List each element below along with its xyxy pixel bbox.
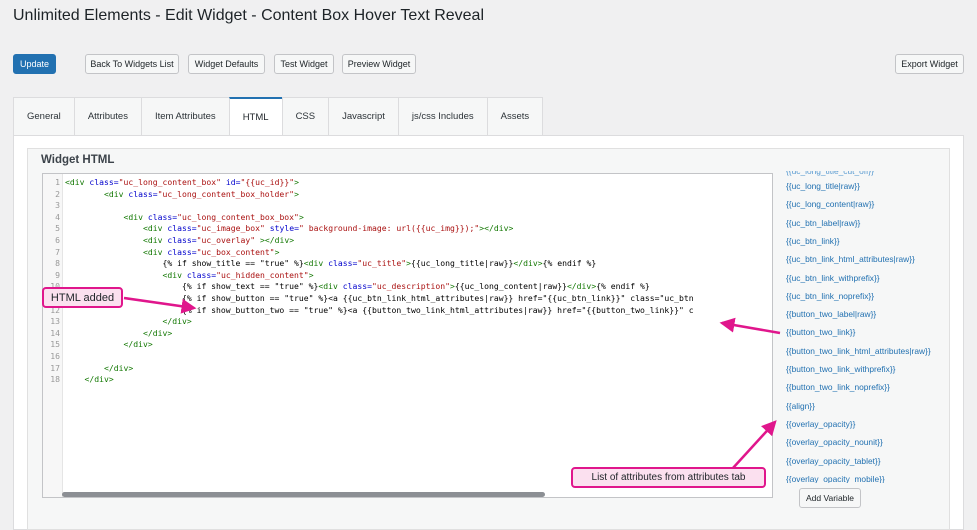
annotation-arrows xyxy=(123,296,781,469)
arrow-attributes-list xyxy=(732,420,777,469)
arrow-html-added-right xyxy=(123,296,197,314)
arrow-button-two-link xyxy=(719,317,781,335)
